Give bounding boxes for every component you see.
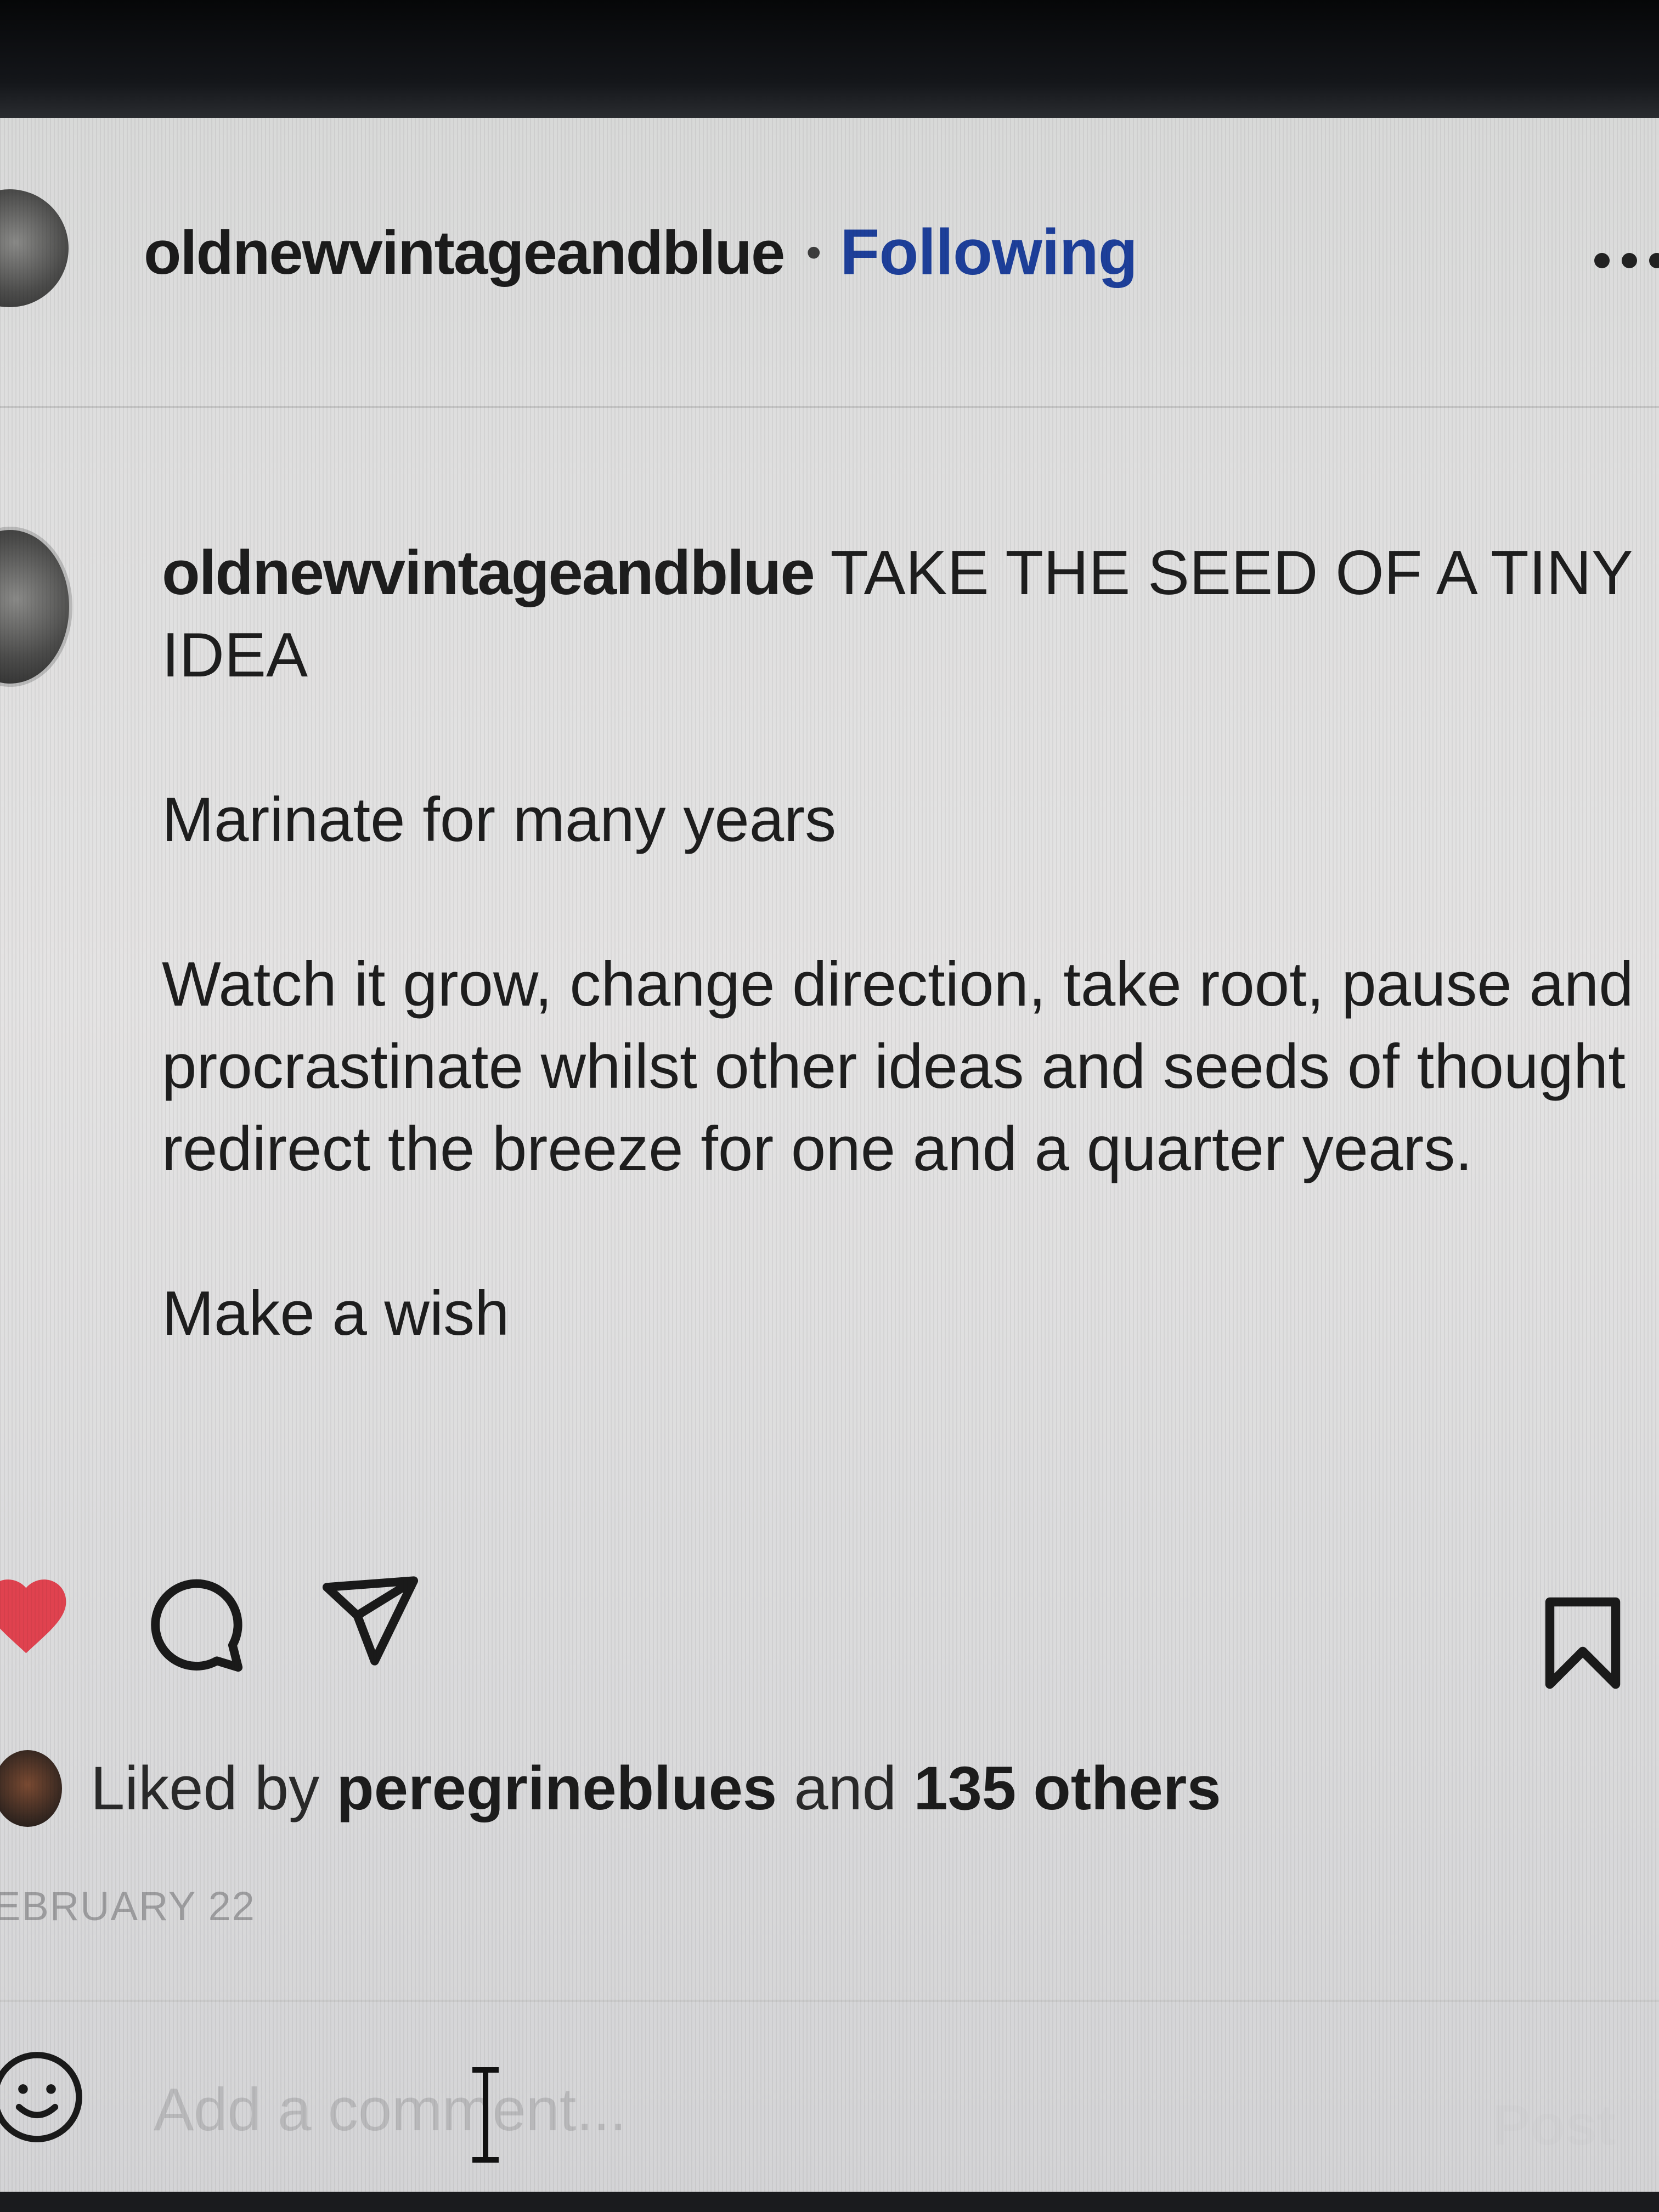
avatar[interactable] [0, 189, 69, 307]
likes-summary: Liked by peregrineblues and 135 others [91, 1753, 1221, 1824]
heart-icon[interactable] [0, 1566, 74, 1657]
liker-avatar[interactable] [0, 1750, 62, 1827]
comment-divider [0, 2000, 1659, 2002]
separator-dot: • [806, 228, 822, 276]
instagram-post-screen: oldnewvintageandblue • Following oldnewv… [0, 0, 1659, 2212]
post-date: EBRUARY 22 [0, 1883, 256, 1929]
header-divider [0, 406, 1659, 408]
comment-icon[interactable] [140, 1572, 250, 1676]
caption-avatar[interactable] [0, 527, 72, 687]
more-options-icon[interactable] [1591, 250, 1659, 272]
likes-prefix: Liked by [91, 1754, 320, 1822]
caption-username[interactable]: oldnewvintageandblue [162, 538, 815, 608]
post-username[interactable]: oldnewvintageandblue [144, 217, 785, 288]
save-icon[interactable] [1542, 1594, 1624, 1692]
monitor-bezel-bottom [0, 2192, 1659, 2212]
caption-paragraph: Watch it grow, change direction, take ro… [162, 950, 1634, 1184]
post-header: oldnewvintageandblue • Following [144, 211, 1138, 294]
share-icon[interactable] [318, 1572, 422, 1668]
emoji-icon[interactable] [0, 2049, 85, 2145]
post-caption: oldnewvintageandblue TAKE THE SEED OF A … [162, 532, 1643, 1355]
post-button[interactable]: Post [1492, 2093, 1616, 2158]
likes-others-link[interactable]: 135 others [913, 1754, 1221, 1822]
likes-conjunction: and [794, 1754, 897, 1822]
liker-username[interactable]: peregrineblues [336, 1754, 777, 1822]
caption-title-line: oldnewvintageandblue TAKE THE SEED OF A … [162, 532, 1643, 697]
comment-input[interactable] [154, 2068, 1443, 2151]
following-button[interactable]: Following [840, 215, 1138, 290]
text-cursor-icon [472, 2067, 499, 2163]
caption-line: Marinate for many years [162, 785, 837, 855]
caption-line: Make a wish [162, 1279, 510, 1348]
monitor-bezel-top [0, 0, 1659, 118]
